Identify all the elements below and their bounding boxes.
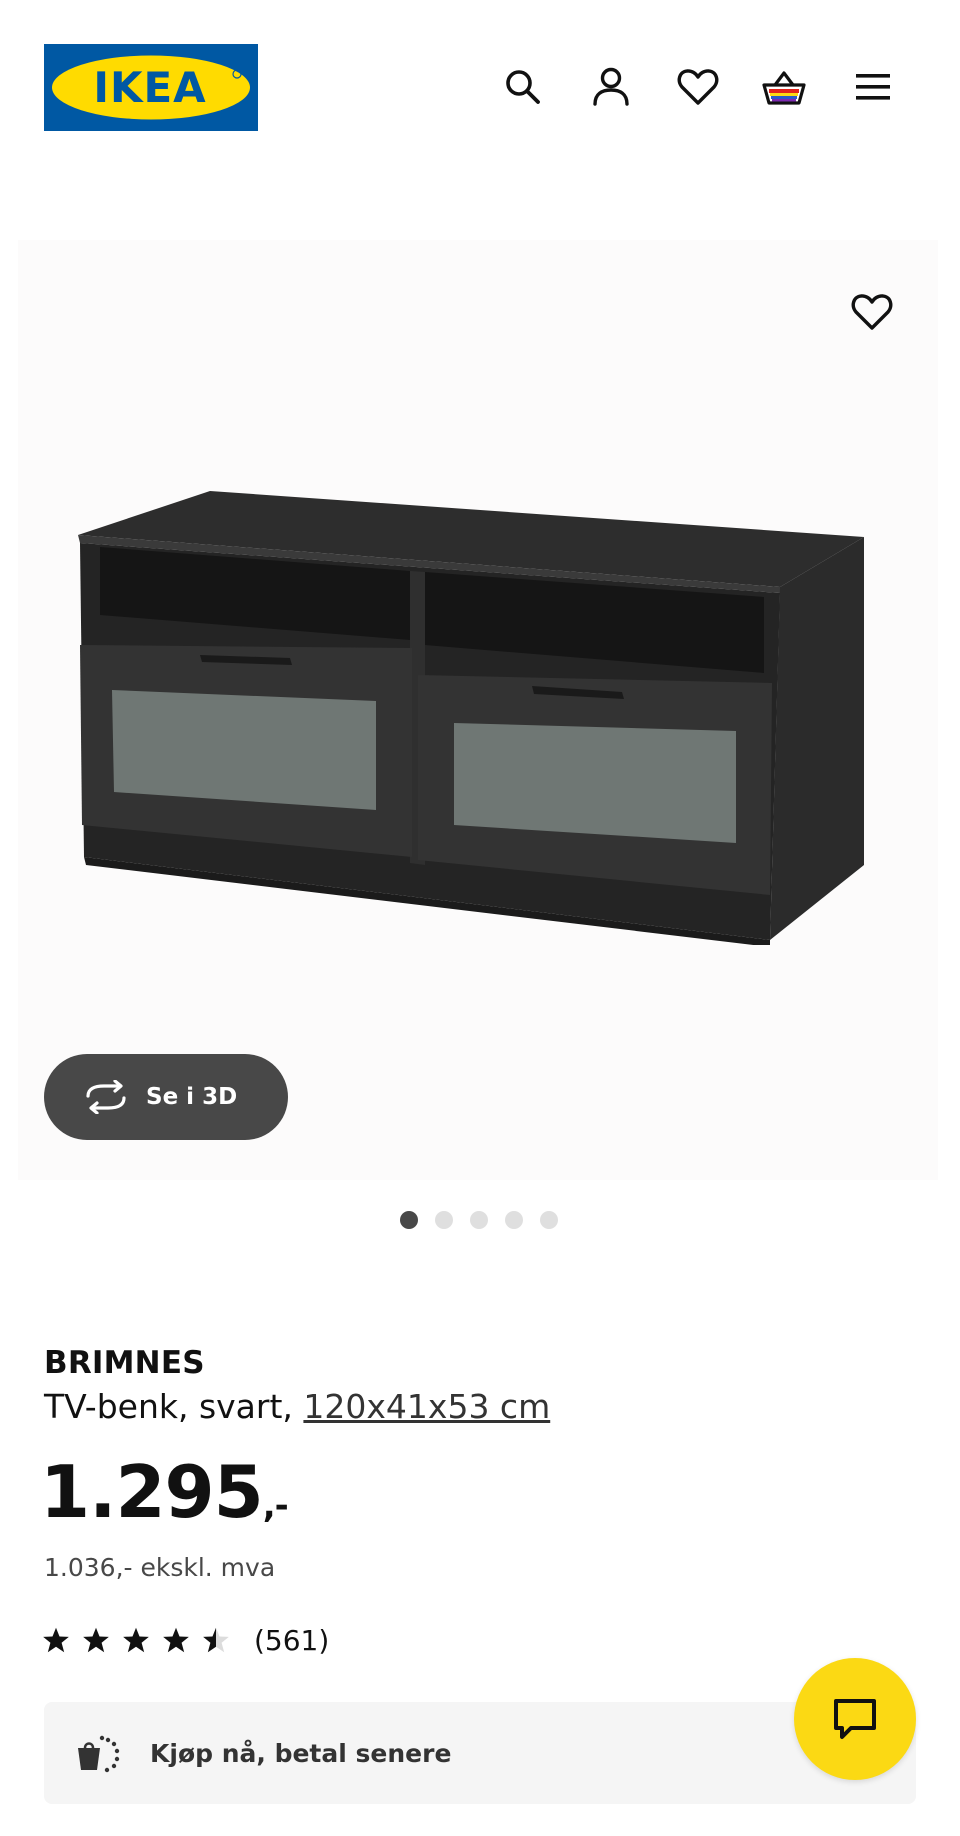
add-to-favourites-button[interactable] <box>832 280 912 344</box>
chat-icon <box>834 1699 876 1739</box>
chat-button[interactable] <box>794 1658 916 1780</box>
gallery-pagination <box>400 1210 558 1230</box>
star-full-icon <box>163 1627 189 1653</box>
buy-now-pay-later-label: Kjøp nå, betal senere <box>150 1738 452 1768</box>
buy-now-pay-later-icon <box>74 1732 122 1774</box>
account-icon[interactable] <box>584 60 638 114</box>
gallery-dot-4[interactable] <box>505 1211 523 1229</box>
product-name: BRIMNES <box>44 1345 205 1381</box>
product-rating[interactable]: (561) <box>42 1620 329 1660</box>
cart-icon[interactable] <box>757 60 811 114</box>
product-page: IKEA Se i 3D BRIMNES TV-benk, svart, 120… <box>0 0 960 1836</box>
price-excl-vat: 1.036,- ekskl. mva <box>44 1553 276 1582</box>
product-image <box>70 485 870 949</box>
product-type: TV-benk, svart, <box>44 1387 304 1426</box>
product-price: 1.295,- <box>40 1456 289 1528</box>
rotate-3d-icon <box>82 1080 130 1114</box>
price-value: 1.295 <box>40 1450 264 1534</box>
gallery-dot-3[interactable] <box>470 1211 488 1229</box>
view-in-3d-button[interactable]: Se i 3D <box>44 1054 288 1140</box>
rating-stars <box>42 1626 230 1654</box>
review-count: (561) <box>254 1623 330 1657</box>
buy-now-pay-later-banner[interactable]: Kjøp nå, betal senere <box>44 1702 916 1804</box>
price-suffix: ,- <box>262 1486 289 1526</box>
ikea-logo-text: IKEA <box>93 63 206 112</box>
star-full-icon <box>43 1627 69 1653</box>
heart-icon[interactable] <box>671 60 725 114</box>
gallery-dot-1[interactable] <box>400 1211 418 1229</box>
search-icon[interactable] <box>496 60 550 114</box>
gallery-dot-5[interactable] <box>540 1211 558 1229</box>
star-full-icon <box>123 1627 149 1653</box>
ikea-logo[interactable]: IKEA <box>44 44 258 131</box>
product-dimensions-link[interactable]: 120x41x53 cm <box>303 1387 550 1426</box>
star-full-icon <box>83 1627 109 1653</box>
star-half-icon <box>203 1627 229 1653</box>
gallery-dot-2[interactable] <box>435 1211 453 1229</box>
menu-icon[interactable] <box>846 60 900 114</box>
site-header: IKEA <box>0 0 960 175</box>
heart-icon <box>851 294 893 330</box>
view-in-3d-label: Se i 3D <box>146 1084 238 1110</box>
product-description: TV-benk, svart, 120x41x53 cm <box>44 1387 550 1426</box>
